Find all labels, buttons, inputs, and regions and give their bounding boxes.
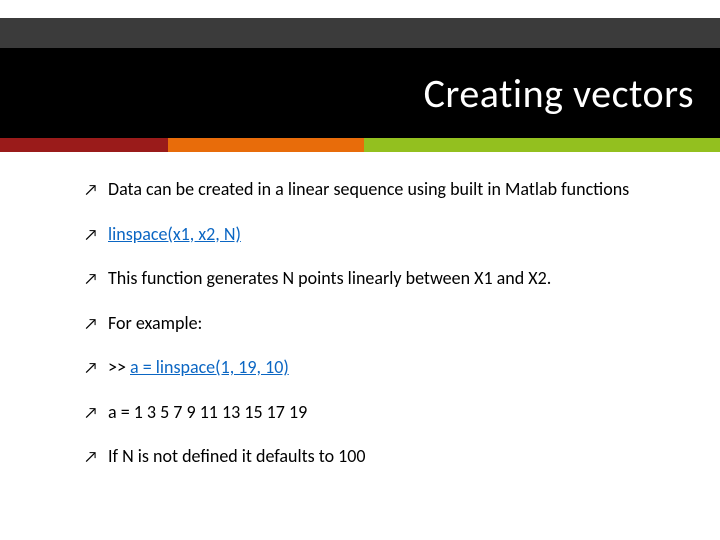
arrow-icon: ↗ bbox=[84, 181, 98, 201]
accent-green bbox=[364, 138, 720, 152]
accent-red bbox=[0, 138, 168, 152]
bullet-text: Data can be created in a linear sequence… bbox=[108, 178, 629, 200]
bullet-prefix: >> bbox=[108, 356, 130, 378]
bullet-text: linspace(x1, x2, N) bbox=[108, 223, 241, 245]
arrow-icon: ↗ bbox=[84, 270, 98, 290]
slide: Creating vectors ↗ Data can be created i… bbox=[0, 0, 720, 540]
arrow-icon: ↗ bbox=[84, 448, 98, 468]
bullet-text: a = 1 3 5 7 9 11 13 15 17 19 bbox=[108, 401, 307, 423]
list-item: ↗ For example: bbox=[108, 312, 690, 335]
arrow-icon: ↗ bbox=[84, 359, 98, 379]
list-item: ↗ If N is not defined it defaults to 100 bbox=[108, 445, 690, 468]
accent-strip bbox=[0, 138, 720, 152]
arrow-icon: ↗ bbox=[84, 404, 98, 424]
bullet-text: If N is not defined it defaults to 100 bbox=[108, 445, 366, 467]
title-bar: Creating vectors bbox=[0, 48, 720, 138]
list-item: ↗ >> a = linspace(1, 19, 10) bbox=[108, 356, 690, 379]
decorative-gray-bar bbox=[0, 18, 720, 48]
page-title: Creating vectors bbox=[424, 69, 694, 118]
bullet-text: a = linspace(1, 19, 10) bbox=[130, 356, 289, 378]
bullet-text: For example: bbox=[108, 312, 202, 334]
list-item: ↗ linspace(x1, x2, N) bbox=[108, 223, 690, 246]
list-item: ↗ This function generates N points linea… bbox=[108, 267, 690, 290]
accent-orange bbox=[168, 138, 364, 152]
bullet-text: This function generates N points linearl… bbox=[108, 267, 551, 289]
list-item: ↗ a = 1 3 5 7 9 11 13 15 17 19 bbox=[108, 401, 690, 424]
list-item: ↗ Data can be created in a linear sequen… bbox=[108, 178, 690, 201]
arrow-icon: ↗ bbox=[84, 315, 98, 335]
content-area: ↗ Data can be created in a linear sequen… bbox=[108, 178, 690, 490]
arrow-icon: ↗ bbox=[84, 226, 98, 246]
